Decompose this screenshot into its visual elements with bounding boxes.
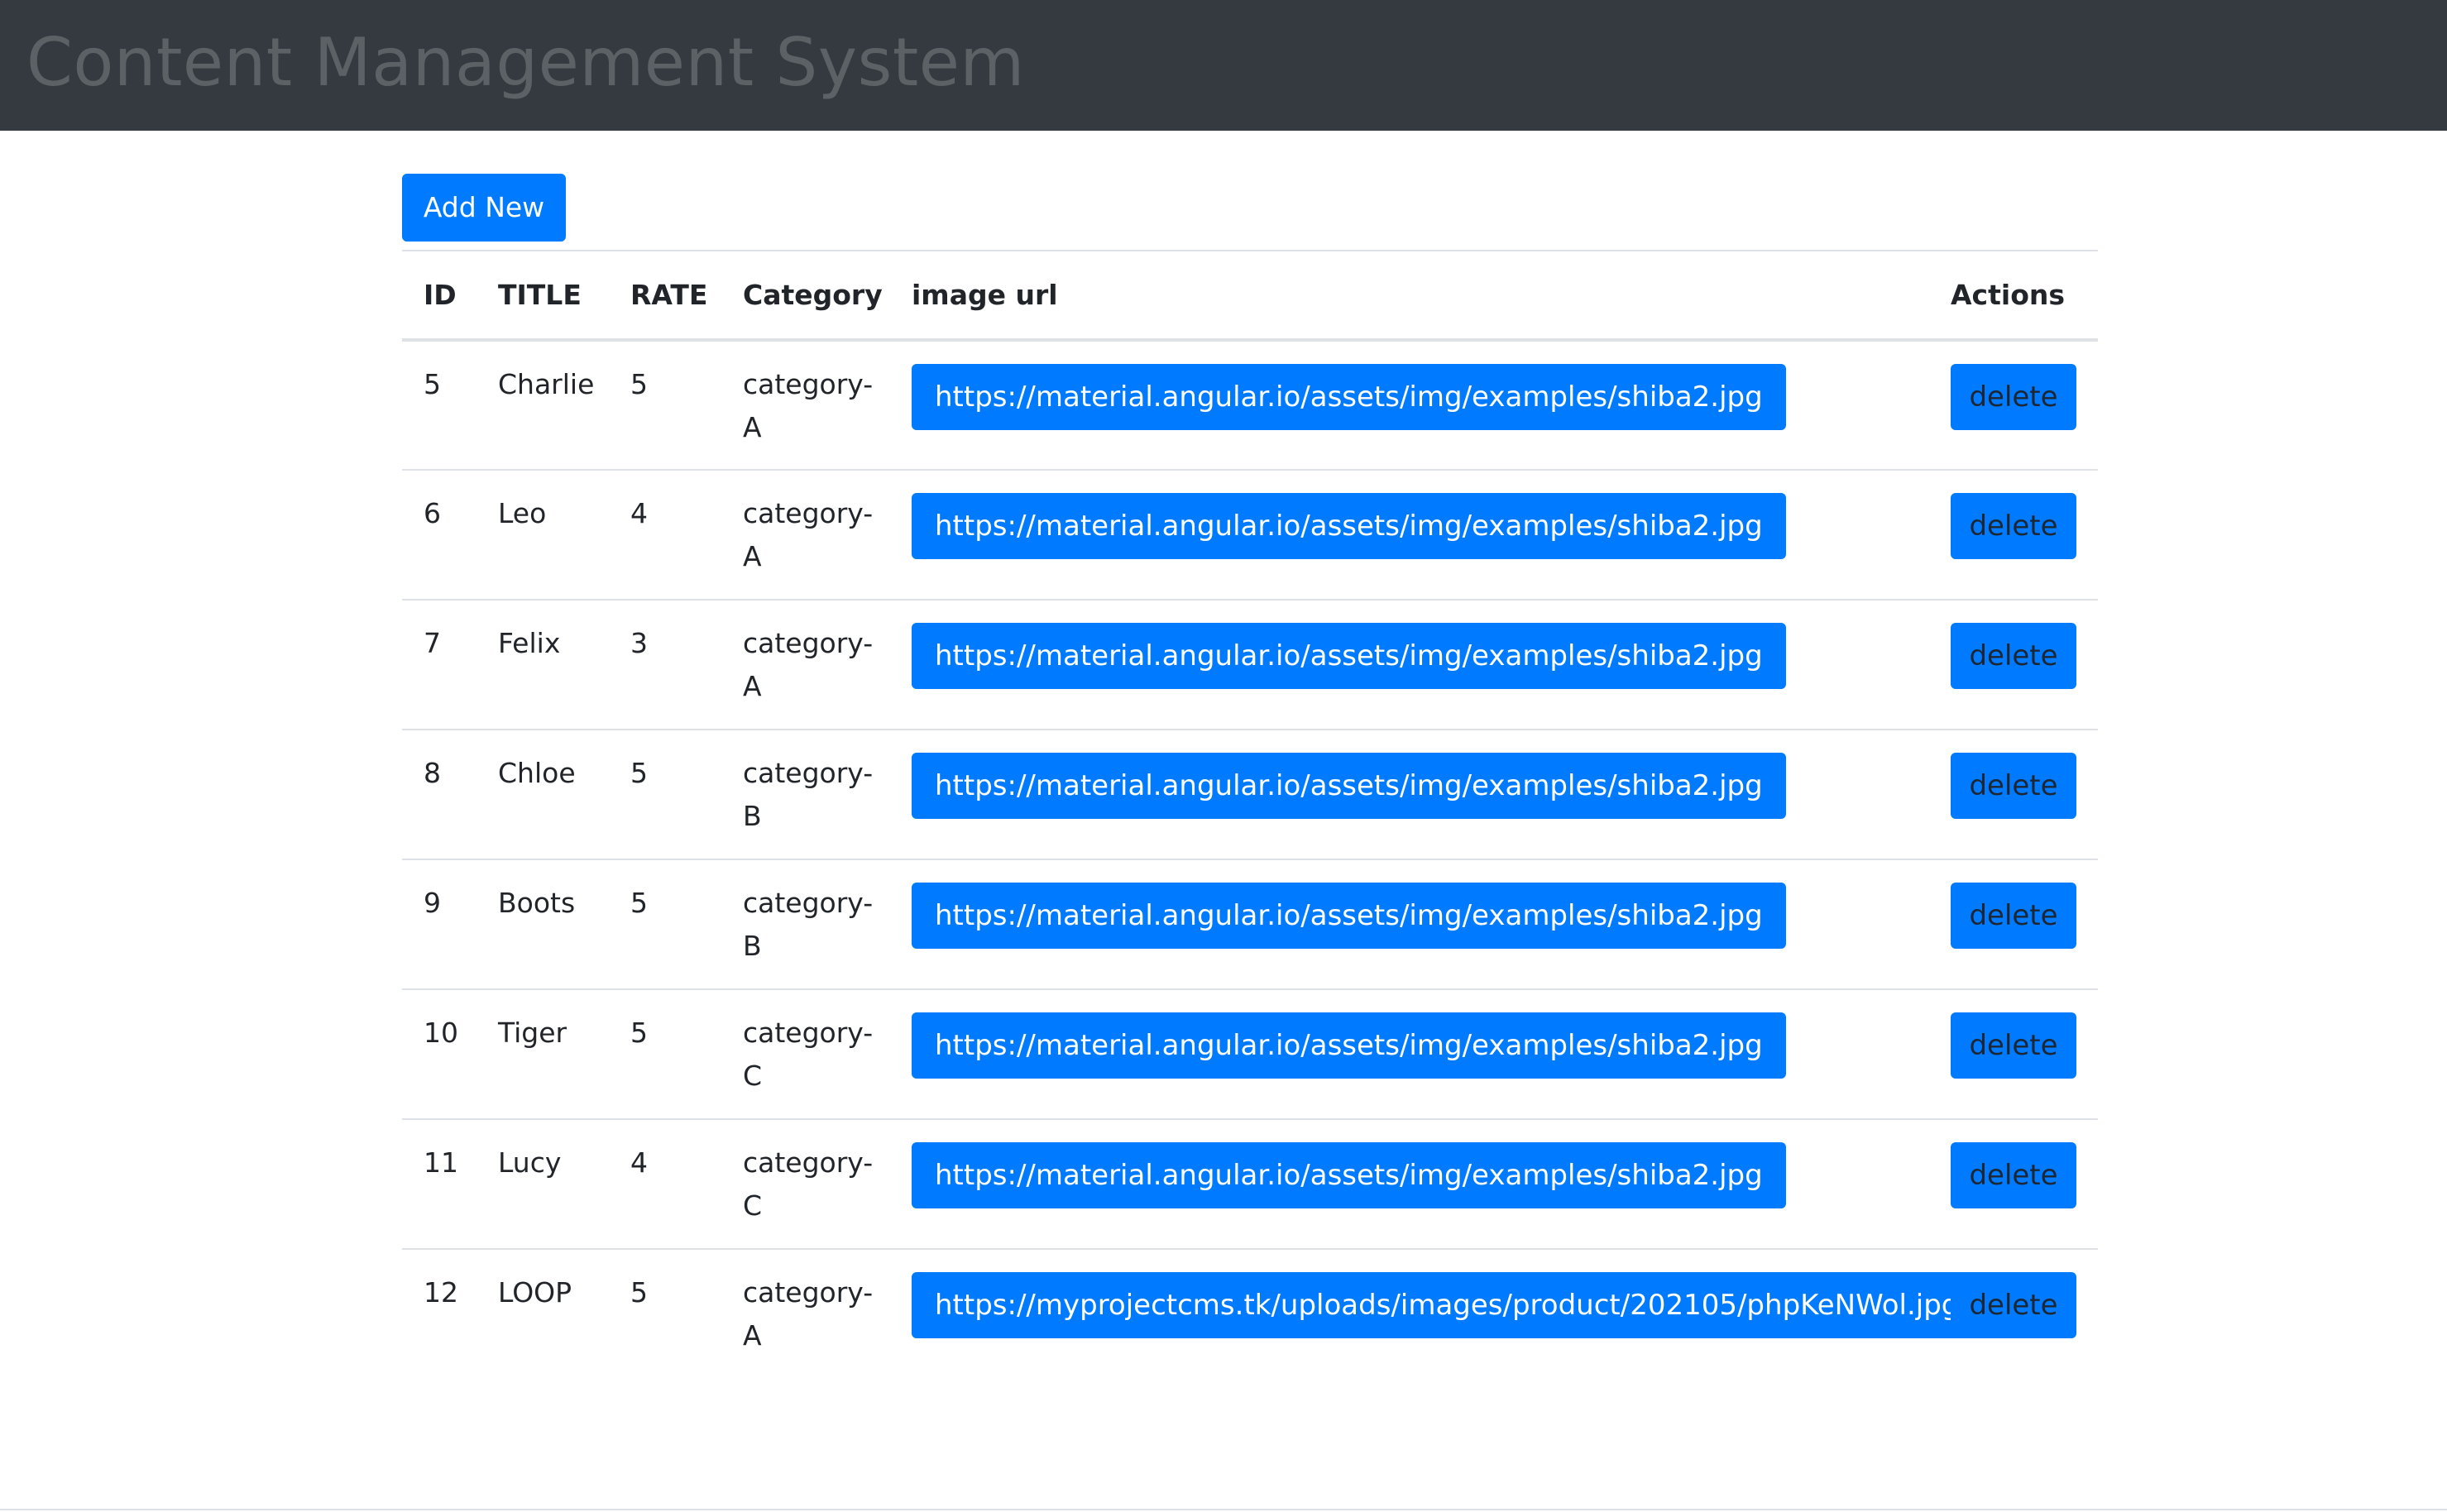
cell-actions: delete [1929,1119,2098,1249]
cell-rate: 5 [630,757,648,789]
column-header-title: TITLE [498,279,582,311]
cell-id: 6 [424,497,441,529]
column-header-actions: Actions [1951,279,2065,311]
image-url-button[interactable]: https://material.angular.io/assets/img/e… [912,364,1786,430]
delete-button[interactable]: delete [1951,364,2076,430]
table-row: 8 Chloe 5 category-B https://material.angula… [402,730,2098,859]
image-url-button[interactable]: https://myprojectcms.tk/uploads/images/p… [912,1272,1983,1338]
cell-category: category-C [743,1146,874,1222]
top-navbar: Content Management System [0,0,2447,131]
cell-actions: delete [1929,730,2098,859]
cell-id: 11 [424,1146,458,1179]
table-header-row: ID TITLE RATE Category image url Actions [402,251,2098,340]
table-row: 5 Charlie 5 category-A https://material.angu… [402,340,2098,470]
delete-button[interactable]: delete [1951,623,2076,689]
cell-id: 8 [424,757,441,789]
delete-button[interactable]: delete [1951,1142,2076,1208]
cell-image-url: https://myprojectcms.tk/uploads/images/p… [890,1249,1983,1379]
cell-image-url: https://material.angular.io/assets/img/e… [890,470,1929,600]
cell-category: category-C [743,1017,874,1092]
table-body: 5 Charlie 5 category-A https://material.angu… [402,340,2098,1379]
image-url-button[interactable]: https://material.angular.io/assets/img/e… [912,623,1786,689]
table-row: 11 Lucy 4 category-C https://material.angula… [402,1119,2098,1249]
cell-title: Charlie [498,368,595,400]
cell-rate: 5 [630,1017,648,1049]
column-header-image-url: image url [912,279,1058,311]
cell-category: category-A [743,497,874,572]
cell-title: Leo [498,497,547,529]
navbar-brand[interactable]: Content Management System [26,18,1025,108]
cell-id: 10 [424,1017,458,1049]
cell-image-url: https://material.angular.io/assets/img/e… [890,600,1929,730]
delete-button[interactable]: delete [1951,1012,2076,1079]
cell-category: category-B [743,757,874,832]
cell-actions: delete [1929,600,2098,730]
bottom-divider [0,1509,2447,1510]
table-row: 9 Boots 5 category-B https://material.angula… [402,859,2098,989]
cell-category: category-A [743,1276,874,1352]
cell-title: Chloe [498,757,576,789]
cell-rate: 3 [630,627,648,659]
cell-id: 7 [424,627,441,659]
image-url-button[interactable]: https://material.angular.io/assets/img/e… [912,1012,1786,1079]
cell-actions: delete [1929,470,2098,600]
table-row: 12 LOOP 5 category-A https://myprojectcms.tk… [402,1249,2098,1379]
table-row: 10 Tiger 5 category-C https://material.angul… [402,989,2098,1119]
delete-button[interactable]: delete [1951,493,2076,559]
cell-title: LOOP [498,1276,572,1309]
cell-actions: delete [1929,1249,2098,1379]
delete-button[interactable]: delete [1951,883,2076,949]
cell-id: 12 [424,1276,458,1309]
column-header-rate: RATE [630,279,708,311]
cell-rate: 5 [630,1276,648,1309]
cell-title: Felix [498,627,561,659]
image-url-button[interactable]: https://material.angular.io/assets/img/e… [912,493,1786,559]
cell-rate: 4 [630,1146,648,1179]
cell-title: Tiger [498,1017,567,1049]
cell-actions: delete [1929,859,2098,989]
image-url-button[interactable]: https://material.angular.io/assets/img/e… [912,883,1786,949]
cell-image-url: https://material.angular.io/assets/img/e… [890,340,1929,470]
cell-category: category-A [743,368,874,443]
cell-rate: 4 [630,497,648,529]
cell-rate: 5 [630,887,648,919]
cell-title: Lucy [498,1146,562,1179]
cell-actions: delete [1929,989,2098,1119]
cell-category: category-B [743,887,874,962]
image-url-button[interactable]: https://material.angular.io/assets/img/e… [912,753,1786,819]
cell-title: Boots [498,887,576,919]
delete-button[interactable]: delete [1951,1272,2076,1338]
content-table: ID TITLE RATE Category image url Actions… [402,250,2098,1379]
delete-button[interactable]: delete [1951,753,2076,819]
cell-image-url: https://material.angular.io/assets/img/e… [890,989,1929,1119]
column-header-category: Category [743,279,883,311]
table-row: 7 Felix 3 category-A https://material.angula… [402,600,2098,730]
image-url-button[interactable]: https://material.angular.io/assets/img/e… [912,1142,1786,1208]
column-header-id: ID [424,279,457,311]
table-row: 6 Leo 4 category-A https://material.angular.… [402,470,2098,600]
cell-image-url: https://material.angular.io/assets/img/e… [890,859,1929,989]
cell-category: category-A [743,627,874,702]
cell-id: 9 [424,887,441,919]
cell-actions: delete [1929,340,2098,470]
add-new-button[interactable]: Add New [402,174,566,242]
cell-rate: 5 [630,368,648,400]
cell-image-url: https://material.angular.io/assets/img/e… [890,730,1929,859]
cell-id: 5 [424,368,441,400]
cell-image-url: https://material.angular.io/assets/img/e… [890,1119,1929,1249]
